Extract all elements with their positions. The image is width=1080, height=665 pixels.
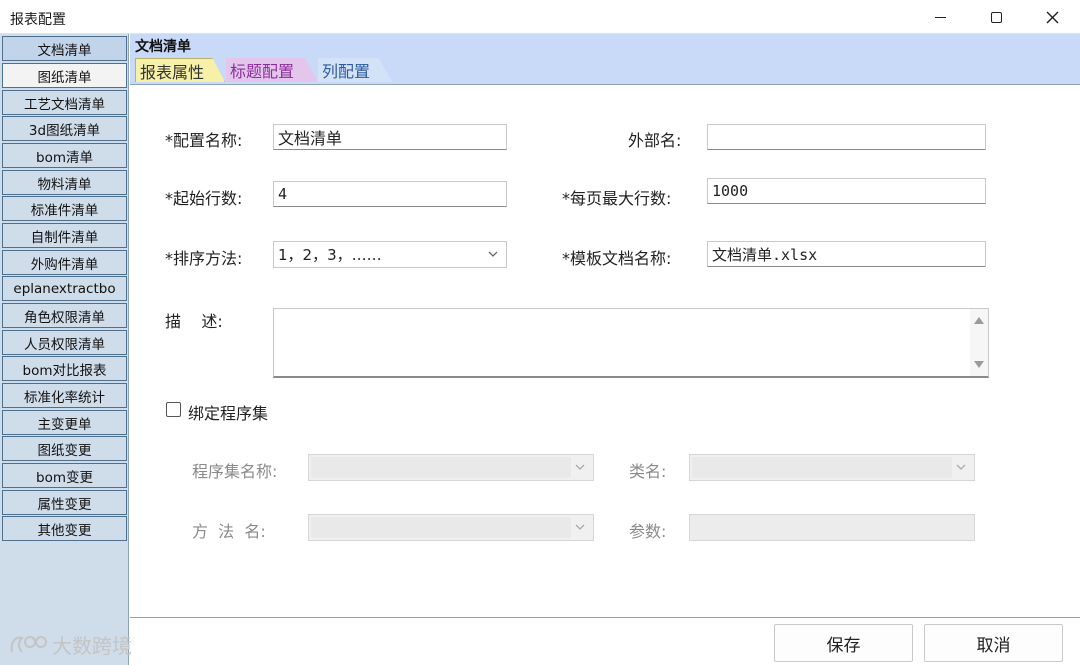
chevron-down-icon xyxy=(956,464,966,470)
sidebar-item-eplanextractbo[interactable]: eplanextractbo xyxy=(2,276,127,301)
description-label: 描 述: xyxy=(165,312,223,331)
chevron-down-icon xyxy=(488,251,498,257)
sidebar-item-other-change[interactable]: 其他变更 xyxy=(2,516,127,541)
minimize-icon xyxy=(934,16,946,18)
description-textarea[interactable] xyxy=(273,308,989,378)
sidebar-item-standard-part-list[interactable]: 标准件清单 xyxy=(2,196,127,221)
parameter-input[interactable] xyxy=(689,514,975,541)
panel-title: 文档清单 xyxy=(135,39,191,55)
close-icon xyxy=(1046,11,1058,23)
sidebar-item-document-list[interactable]: 文档清单 xyxy=(2,36,127,61)
report-properties-form: *配置名称: 文档清单 外部名: *起始行数: 4 *每页最大行数: 1000 … xyxy=(130,84,1080,617)
window-title: 报表配置 xyxy=(10,12,66,28)
maximize-icon xyxy=(990,11,1002,23)
max-rows-label: *每页最大行数: xyxy=(562,189,672,208)
sidebar-item-attribute-change[interactable]: 属性变更 xyxy=(2,490,127,515)
report-list-sidebar: 文档清单 图纸清单 工艺文档清单 3d图纸清单 bom清单 物料清单 标准件清单… xyxy=(0,34,129,665)
method-name-select[interactable] xyxy=(308,514,594,541)
cancel-button[interactable]: 取消 xyxy=(924,624,1063,662)
assembly-name-label: 程序集名称: xyxy=(192,462,278,481)
sidebar-item-role-permission-list[interactable]: 角色权限清单 xyxy=(2,303,127,328)
class-name-label: 类名: xyxy=(629,462,667,481)
tab-report-properties[interactable]: 报表属性 xyxy=(135,58,225,82)
sidebar-item-3d-drawing-list[interactable]: 3d图纸清单 xyxy=(2,116,127,141)
sidebar-item-process-document-list[interactable]: 工艺文档清单 xyxy=(2,90,127,115)
maximize-button[interactable] xyxy=(968,0,1024,34)
sidebar-item-bom-compare-report[interactable]: bom对比报表 xyxy=(2,356,127,381)
sort-method-value: 1，2，3，…… xyxy=(278,246,382,264)
sidebar-item-self-made-part-list[interactable]: 自制件清单 xyxy=(2,223,127,248)
bind-assembly-label: 绑定程序集 xyxy=(188,404,269,423)
method-name-label: 方 法 名: xyxy=(192,522,266,541)
watermark-logo-icon xyxy=(10,635,47,653)
external-name-label: 外部名: xyxy=(628,131,682,150)
tab-title-config[interactable]: 标题配置 xyxy=(226,58,318,82)
scroll-down-icon[interactable] xyxy=(974,361,984,368)
external-name-input[interactable] xyxy=(707,124,986,150)
title-bar: 报表配置 xyxy=(0,0,1080,34)
sidebar-item-drawing-list[interactable]: 图纸清单 xyxy=(2,63,127,88)
save-button[interactable]: 保存 xyxy=(774,624,913,662)
template-name-label: *模板文档名称: xyxy=(562,249,672,268)
sort-method-label: *排序方法: xyxy=(165,249,243,268)
start-row-label: *起始行数: xyxy=(165,189,243,208)
tab-column-config[interactable]: 列配置 xyxy=(318,58,392,82)
panel-header: 文档清单 报表属性 标题配置 列配置 xyxy=(130,34,1080,84)
sort-method-select[interactable]: 1，2，3，…… xyxy=(273,241,507,268)
config-name-input[interactable]: 文档清单 xyxy=(273,124,507,150)
parameter-label: 参数: xyxy=(629,522,667,541)
watermark: 大数跨境 xyxy=(8,630,132,659)
sidebar-item-standardization-stats[interactable]: 标准化率统计 xyxy=(2,383,127,408)
assembly-name-select[interactable] xyxy=(308,454,594,481)
start-row-input[interactable]: 4 xyxy=(273,181,507,207)
sidebar-item-drawing-change[interactable]: 图纸变更 xyxy=(2,436,127,461)
config-name-label: *配置名称: xyxy=(165,131,243,150)
bind-assembly-checkbox[interactable] xyxy=(166,402,181,417)
class-name-select[interactable] xyxy=(689,454,975,481)
chevron-down-icon xyxy=(575,524,585,530)
scroll-up-icon[interactable] xyxy=(974,317,984,324)
sidebar-item-material-list[interactable]: 物料清单 xyxy=(2,170,127,195)
template-name-input[interactable]: 文档清单.xlsx xyxy=(707,241,986,267)
max-rows-input[interactable]: 1000 xyxy=(707,178,986,204)
sidebar-item-main-change-order[interactable]: 主变更单 xyxy=(2,410,127,435)
chevron-down-icon xyxy=(575,464,585,470)
sidebar-item-purchased-part-list[interactable]: 外购件清单 xyxy=(2,250,127,275)
sidebar-item-bom-list[interactable]: bom清单 xyxy=(2,143,127,168)
dialog-footer: 保存 取消 xyxy=(130,617,1080,665)
minimize-button[interactable] xyxy=(912,0,968,34)
sidebar-item-bom-change[interactable]: bom变更 xyxy=(2,463,127,488)
sidebar-item-user-permission-list[interactable]: 人员权限清单 xyxy=(2,330,127,355)
watermark-text: 大数跨境 xyxy=(52,634,132,658)
description-scrollbar[interactable] xyxy=(970,309,988,376)
close-button[interactable] xyxy=(1024,0,1080,34)
